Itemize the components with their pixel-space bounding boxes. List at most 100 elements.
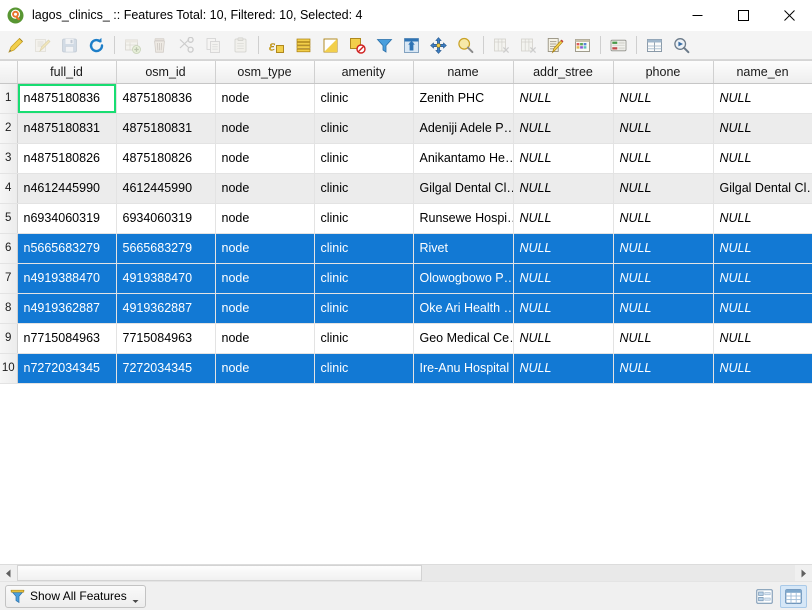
cell-name[interactable]: Anikantamo He… [413,143,514,174]
cell-amenity[interactable]: clinic [314,113,414,144]
cell-name_en[interactable]: NULL [713,233,812,264]
column-header-phone[interactable]: phone [613,61,714,84]
cell-name[interactable]: Geo Medical Ce… [413,323,514,354]
cell-osm_type[interactable]: node [215,323,315,354]
table-row[interactable]: 10 n7272034345 7272034345 node clinic Ire-Anu… [0,353,812,384]
column-header-osm_type[interactable]: osm_type [215,61,315,84]
multi-edit-attributes-icon[interactable] [606,33,631,58]
cell-osm_type[interactable]: node [215,113,315,144]
cell-name_en[interactable]: NULL [713,323,812,354]
cell-phone[interactable]: NULL [613,83,714,114]
cell-osm_id[interactable]: 7272034345 [116,353,216,384]
zoom-map-to-selected-icon[interactable] [453,33,478,58]
cell-amenity[interactable]: clinic [314,263,414,294]
organize-columns-icon[interactable] [642,33,667,58]
row-number-header[interactable]: 2 [0,113,18,144]
cell-phone[interactable]: NULL [613,263,714,294]
attribute-table-view[interactable]: full_id osm_id osm_type amenity name addr_str… [0,60,812,564]
cell-name_en[interactable]: NULL [713,263,812,294]
table-row[interactable]: 3 n4875180826 4875180826 node clinic Anikanta… [0,143,812,174]
column-header-amenity[interactable]: amenity [314,61,414,84]
horizontal-scroll-thumb[interactable] [17,565,422,581]
cell-osm_id[interactable]: 4612445990 [116,173,216,204]
cell-osm_type[interactable]: node [215,353,315,384]
delete-field-icon[interactable] [516,33,541,58]
cell-addr_stree[interactable]: NULL [513,323,614,354]
table-row[interactable]: 5 n6934060319 6934060319 node clinic Runsewe … [0,203,812,234]
cell-phone[interactable]: NULL [613,323,714,354]
row-number-header[interactable]: 3 [0,143,18,174]
cell-osm_type[interactable]: node [215,293,315,324]
cell-phone[interactable]: NULL [613,173,714,204]
cell-name_en[interactable]: NULL [713,353,812,384]
row-number-header[interactable]: 8 [0,293,18,324]
table-row[interactable]: 8 n4919362887 4919362887 node clinic Oke Ari … [0,293,812,324]
cell-full_id[interactable]: n4919388470 [17,263,117,294]
save-edits-pencil-icon[interactable] [30,33,55,58]
conditional-formatting-icon[interactable] [570,33,595,58]
cell-name_en[interactable]: NULL [713,293,812,324]
cell-name[interactable]: Adeniji Adele P… [413,113,514,144]
cell-name[interactable]: Rivet [413,233,514,264]
cell-amenity[interactable]: clinic [314,233,414,264]
maximize-button[interactable] [720,0,766,31]
cell-osm_id[interactable]: 4919388470 [116,263,216,294]
cell-name[interactable]: Gilgal Dental Cl… [413,173,514,204]
horizontal-scrollbar[interactable] [0,564,812,581]
cell-osm_id[interactable]: 4875180826 [116,143,216,174]
cell-full_id[interactable]: n4875180826 [17,143,117,174]
scroll-left-arrow-icon[interactable] [0,565,17,581]
row-number-header[interactable]: 7 [0,263,18,294]
save-layer-edits-icon[interactable] [57,33,82,58]
cell-phone[interactable]: NULL [613,143,714,174]
row-number-header[interactable]: 9 [0,323,18,354]
cell-full_id[interactable]: n4919362887 [17,293,117,324]
cut-features-icon[interactable] [174,33,199,58]
move-selection-to-top-icon[interactable] [399,33,424,58]
cell-amenity[interactable]: clinic [314,173,414,204]
row-number-header[interactable]: 6 [0,233,18,264]
row-number-header[interactable]: 4 [0,173,18,204]
actions-icon[interactable] [669,33,694,58]
cell-full_id[interactable]: n4875180831 [17,113,117,144]
minimize-button[interactable] [674,0,720,31]
row-number-header[interactable]: 5 [0,203,18,234]
pan-map-to-selected-icon[interactable] [426,33,451,58]
table-row[interactable]: 1 n4875180836 4875180836 node clinic Zenith P… [0,83,812,114]
cell-phone[interactable]: NULL [613,203,714,234]
cell-full_id[interactable]: n6934060319 [17,203,117,234]
column-header-name_en[interactable]: name_en [713,61,812,84]
cell-addr_stree[interactable]: NULL [513,83,614,114]
cell-full_id[interactable]: n5665683279 [17,233,117,264]
table-row[interactable]: 7 n4919388470 4919388470 node clinic Olowogbo… [0,263,812,294]
cell-osm_id[interactable]: 4875180836 [116,83,216,114]
cell-osm_type[interactable]: node [215,263,315,294]
cell-osm_type[interactable]: node [215,143,315,174]
table-row[interactable]: 9 n7715084963 7715084963 node clinic Geo Medi… [0,323,812,354]
cell-phone[interactable]: NULL [613,233,714,264]
select-all-corner-header[interactable] [0,61,18,84]
cell-osm_type[interactable]: node [215,83,315,114]
cell-amenity[interactable]: clinic [314,143,414,174]
delete-selected-icon[interactable] [147,33,172,58]
cell-addr_stree[interactable]: NULL [513,203,614,234]
cell-osm_id[interactable]: 4919362887 [116,293,216,324]
toggle-editing-icon[interactable] [3,33,28,58]
select-all-icon[interactable] [291,33,316,58]
cell-full_id[interactable]: n7715084963 [17,323,117,354]
cell-name_en[interactable]: NULL [713,143,812,174]
row-number-header[interactable]: 10 [0,353,18,384]
cell-amenity[interactable]: clinic [314,293,414,324]
new-field-icon[interactable] [489,33,514,58]
cell-osm_type[interactable]: node [215,233,315,264]
cell-osm_type[interactable]: node [215,203,315,234]
cell-amenity[interactable]: clinic [314,203,414,234]
scroll-right-arrow-icon[interactable] [795,565,812,581]
table-view-toggle[interactable] [780,584,807,608]
paste-features-icon[interactable] [228,33,253,58]
table-row[interactable]: 2 n4875180831 4875180831 node clinic Adeniji … [0,113,812,144]
cell-addr_stree[interactable]: NULL [513,293,614,324]
cell-amenity[interactable]: clinic [314,83,414,114]
cell-osm_id[interactable]: 6934060319 [116,203,216,234]
cell-full_id[interactable]: n4612445990 [17,173,117,204]
